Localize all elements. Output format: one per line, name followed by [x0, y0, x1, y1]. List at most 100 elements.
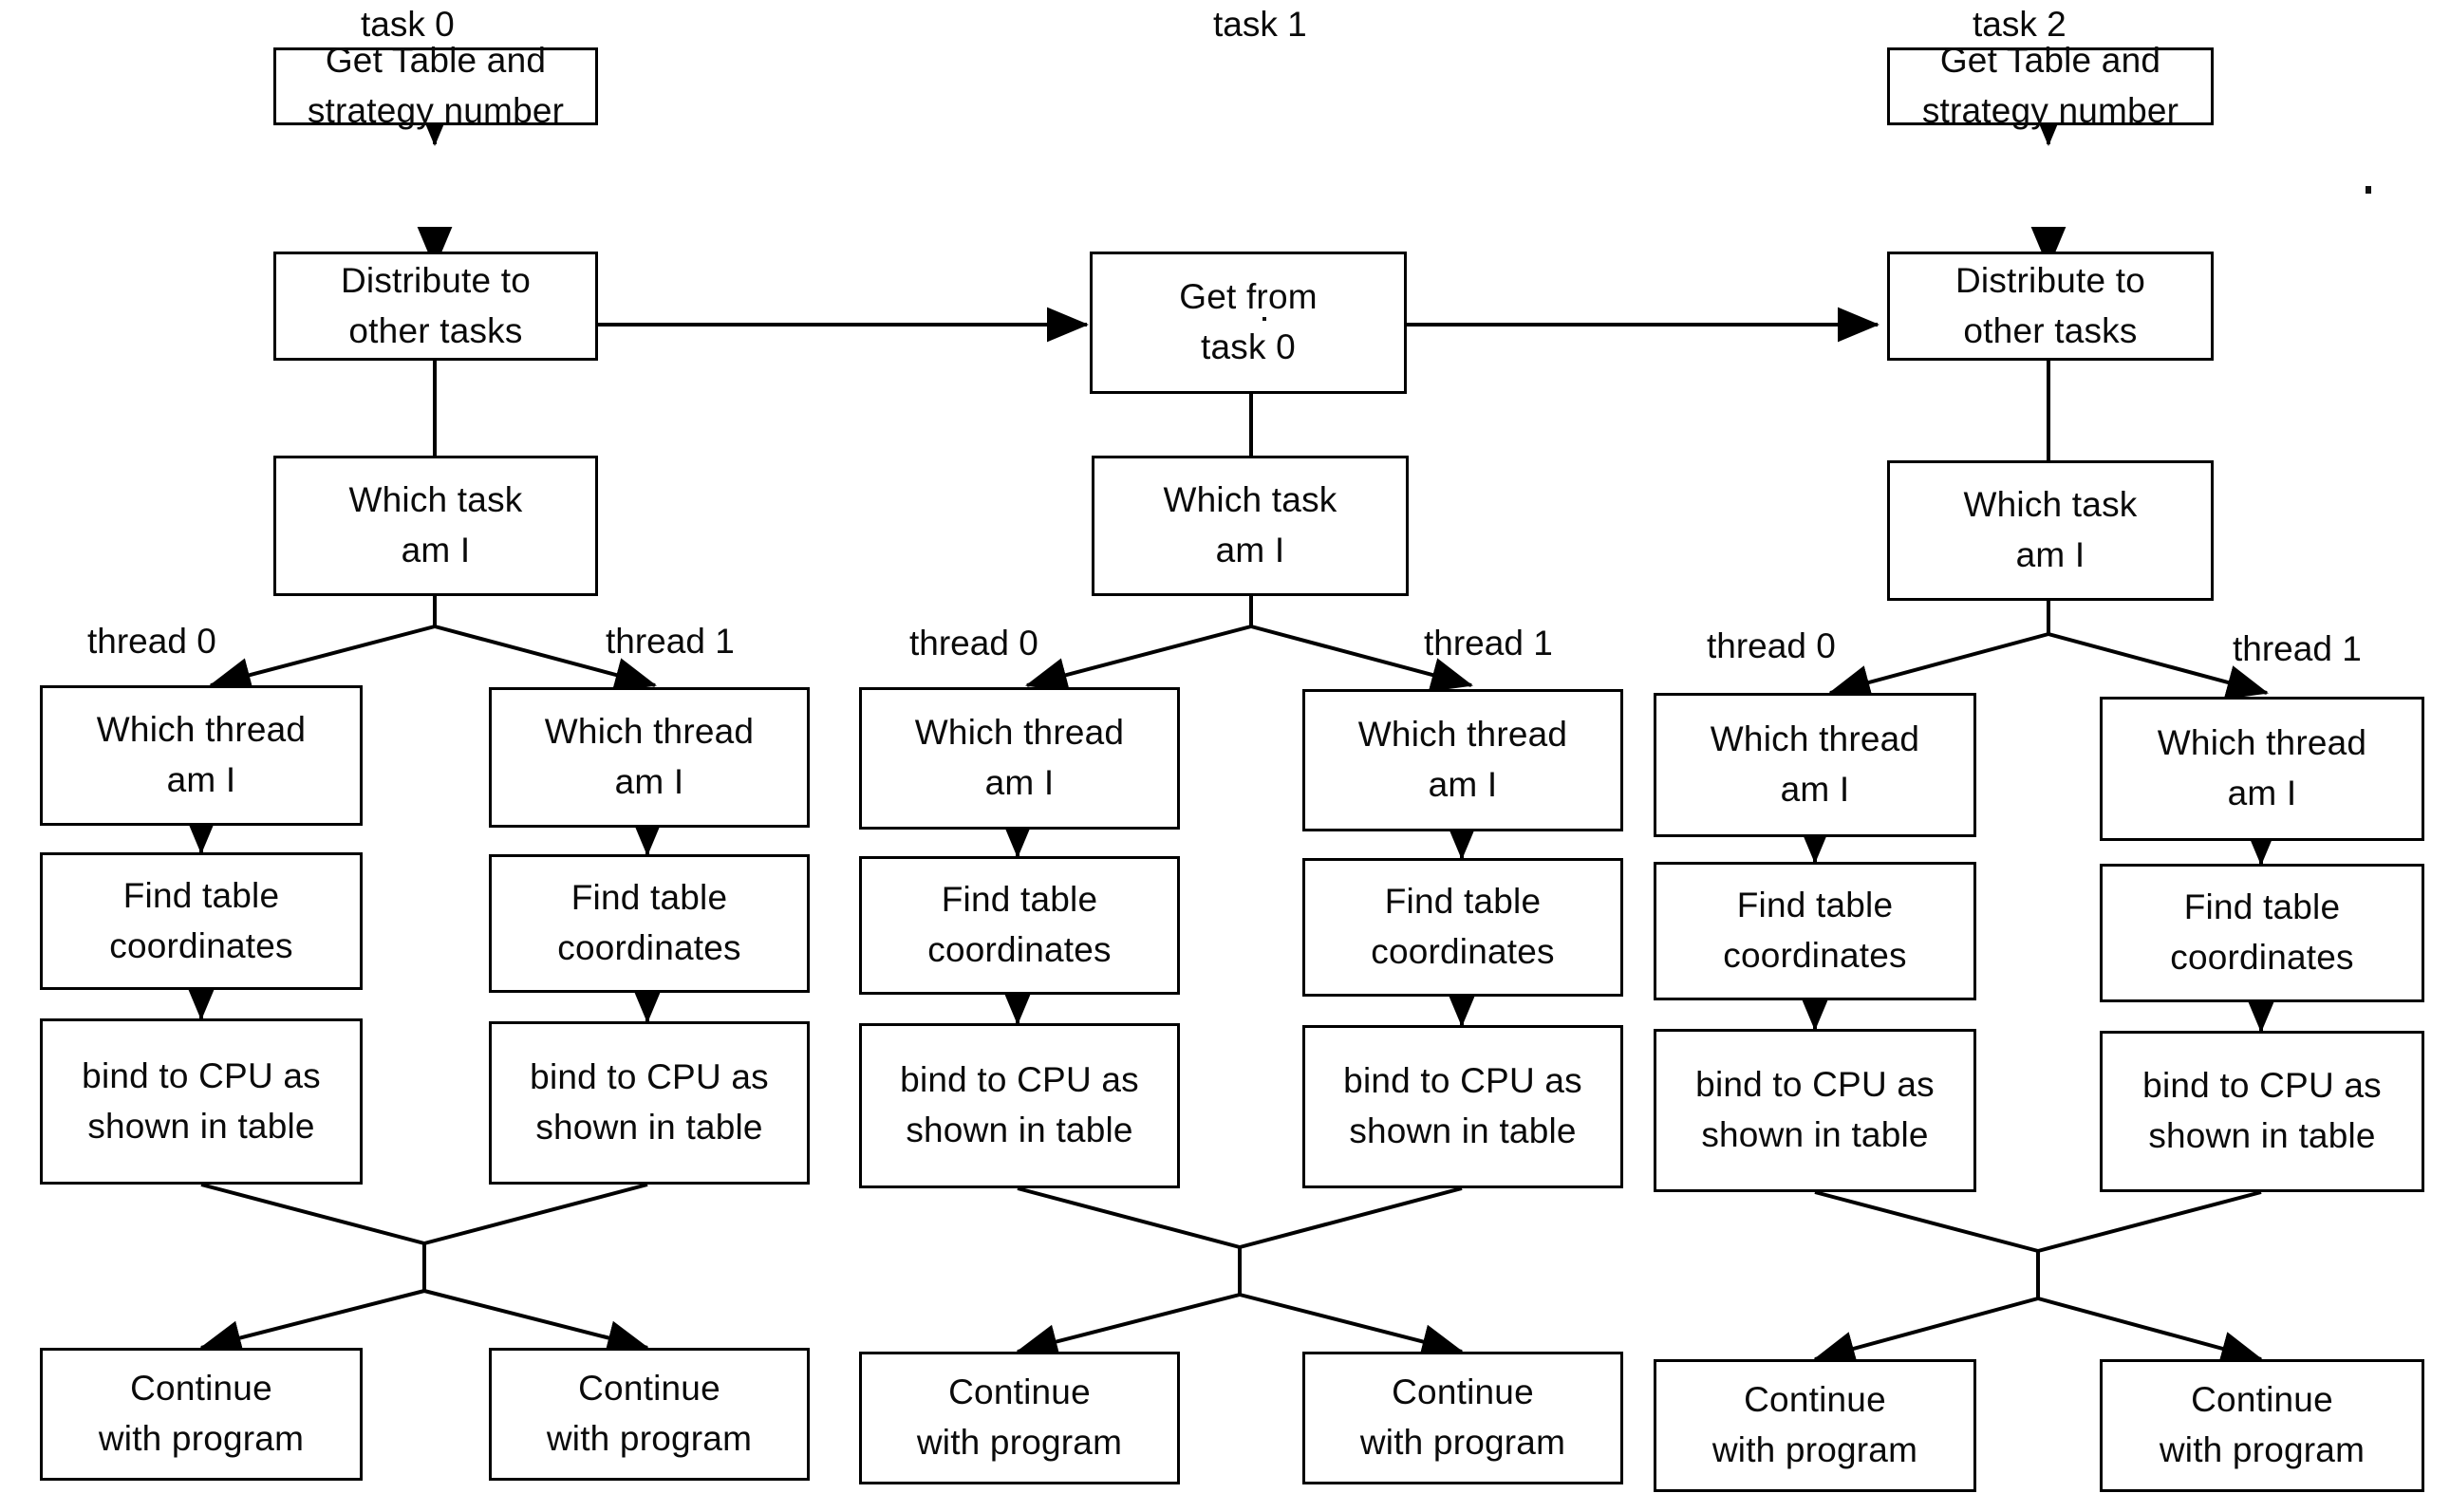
node-task1-get-from-task0: Get from task 0 — [1090, 252, 1407, 394]
node-line: Continue — [1744, 1380, 1886, 1420]
node-line: with program — [546, 1419, 753, 1458]
node-line: bind to CPU as — [900, 1060, 1139, 1100]
node-line: bind to CPU as — [1695, 1065, 1935, 1105]
node-t0-th1-which-thread: Which thread am I — [489, 687, 810, 828]
node-line: Continue — [2191, 1380, 2333, 1420]
node-line: coordinates — [1723, 936, 1907, 975]
node-line: Continue — [130, 1369, 272, 1409]
node-t2-th0-continue: Continue with program — [1654, 1359, 1976, 1492]
node-task0-get-table: Get Table and strategy number — [273, 41, 598, 130]
node-task2-which-task: Which task am I — [1887, 460, 2214, 601]
node-line: shown in table — [1701, 1115, 1929, 1154]
node-task0-distribute: Distribute to other tasks — [273, 252, 598, 361]
node-line: Which thread — [1710, 719, 1920, 759]
node-line: task 0 — [1201, 327, 1296, 366]
node-task1-which-task: Which task am I — [1092, 456, 1409, 596]
node-t1-th0-continue: Continue with program — [859, 1352, 1180, 1484]
node-line: Which task — [348, 480, 523, 520]
node-line: Which thread — [96, 710, 307, 750]
node-line: other tasks — [1963, 310, 2138, 350]
node-line: with program — [916, 1423, 1123, 1462]
node-line: bind to CPU as — [1343, 1061, 1582, 1101]
node-line: Get from — [1179, 277, 1318, 317]
node-t2-th0-which-thread: Which thread am I — [1654, 693, 1976, 837]
node-t2-th1-bind-cpu: bind to CPU as shown in table — [2100, 1031, 2424, 1192]
node-line: strategy number — [307, 91, 565, 130]
caption-t0-thread-0: thread 0 — [87, 622, 216, 661]
node-line: am I — [2227, 774, 2297, 812]
node-line: Continue — [578, 1369, 720, 1409]
node-t1-th1-which-thread: Which thread am I — [1302, 689, 1623, 831]
caption-t1-thread-0: thread 0 — [909, 624, 1038, 663]
node-line: Continue — [1392, 1372, 1534, 1412]
node-line: Which thread — [2157, 723, 2367, 763]
node-task0-which-task: Which task am I — [273, 456, 598, 596]
node-line: am I — [1428, 765, 1498, 804]
node-t0-th1-bind-cpu: bind to CPU as shown in table — [489, 1021, 810, 1185]
node-line: with program — [1711, 1430, 1918, 1469]
node-line: Find table — [122, 875, 280, 915]
node-line: other tasks — [348, 310, 523, 350]
node-line: with program — [98, 1419, 305, 1458]
node-t0-th0-continue: Continue with program — [40, 1348, 363, 1481]
node-line: coordinates — [1371, 932, 1555, 971]
node-line: with program — [2159, 1430, 2366, 1469]
node-task2-get-table: Get Table and strategy number — [1887, 41, 2214, 130]
node-line: coordinates — [2170, 938, 2354, 977]
node-t1-th1-find-table: Find table coordinates — [1302, 858, 1623, 997]
node-line: bind to CPU as — [530, 1057, 769, 1097]
node-line: Which thread — [914, 713, 1125, 753]
scan-speck — [1262, 317, 1266, 321]
node-line: Which task — [1963, 485, 2138, 525]
node-line: Which thread — [1357, 715, 1568, 755]
node-line: strategy number — [1921, 91, 2179, 130]
node-t1-th1-continue: Continue with program — [1302, 1352, 1623, 1484]
caption-t2-thread-0: thread 0 — [1707, 626, 1836, 665]
node-line: bind to CPU as — [82, 1055, 321, 1095]
node-t0-th0-which-thread: Which thread am I — [40, 685, 363, 826]
node-line: am I — [1780, 770, 1850, 809]
node-line: with program — [1359, 1423, 1566, 1462]
node-t2-th0-find-table: Find table coordinates — [1654, 862, 1976, 1000]
node-t2-th1-find-table: Find table coordinates — [2100, 864, 2424, 1002]
node-line: Continue — [948, 1372, 1091, 1412]
caption-t2-thread-1: thread 1 — [2233, 629, 2362, 668]
node-line: coordinates — [927, 930, 1112, 969]
node-task2-distribute: Distribute to other tasks — [1887, 252, 2214, 361]
node-line: bind to CPU as — [2142, 1066, 2382, 1106]
node-line: shown in table — [87, 1106, 315, 1146]
node-line: Distribute to — [1954, 260, 2145, 300]
node-line: shown in table — [906, 1111, 1133, 1149]
node-line: am I — [984, 763, 1055, 802]
caption-t0-thread-1: thread 1 — [606, 622, 735, 661]
node-line: Find table — [2183, 887, 2341, 927]
node-t0-th1-continue: Continue with program — [489, 1348, 810, 1481]
node-line: shown in table — [535, 1108, 763, 1147]
node-line: coordinates — [109, 925, 293, 965]
node-line: Find table — [1384, 882, 1542, 922]
node-line: Find table — [941, 880, 1098, 920]
node-line: am I — [614, 762, 684, 801]
connector-layer — [183, 104, 2279, 1366]
node-line: Find table — [570, 878, 728, 918]
node-t1-th0-find-table: Find table coordinates — [859, 856, 1180, 995]
node-line: Find table — [1736, 886, 1894, 925]
node-line: shown in table — [1349, 1111, 1577, 1150]
node-t2-th1-continue: Continue with program — [2100, 1359, 2424, 1492]
node-t2-th0-bind-cpu: bind to CPU as shown in table — [1654, 1029, 1976, 1192]
node-line: Distribute to — [340, 260, 531, 300]
node-t1-th0-bind-cpu: bind to CPU as shown in table — [859, 1023, 1180, 1188]
node-line: coordinates — [557, 928, 741, 967]
node-t0-th1-find-table: Find table coordinates — [489, 854, 810, 993]
node-line: am I — [401, 531, 471, 569]
scan-speck-right — [2366, 186, 2371, 194]
node-line: am I — [2015, 535, 2085, 574]
node-t2-th1-which-thread: Which thread am I — [2100, 697, 2424, 841]
node-t0-th0-bind-cpu: bind to CPU as shown in table — [40, 1018, 363, 1185]
node-line: Which task — [1163, 480, 1337, 520]
caption-t1-thread-1: thread 1 — [1424, 624, 1553, 663]
node-t1-th1-bind-cpu: bind to CPU as shown in table — [1302, 1025, 1623, 1188]
flowchart-canvas: task 0 task 1 task 2 thread 0 thread 1 t… — [0, 0, 2450, 1512]
node-line: Which thread — [544, 712, 755, 752]
node-line: am I — [166, 760, 236, 799]
